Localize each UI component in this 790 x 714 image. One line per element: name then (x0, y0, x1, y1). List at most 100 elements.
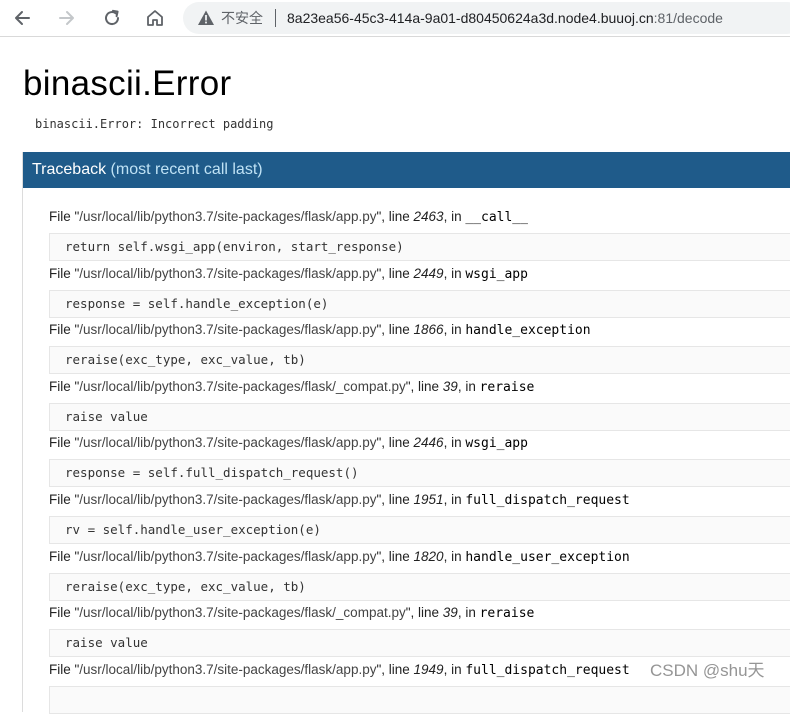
traceback-header-title: Traceback (32, 161, 107, 178)
frame-function-name: handle_user_exception (465, 549, 630, 565)
frame-function-name: wsgi_app (465, 436, 528, 452)
traceback-frame[interactable]: File "/usr/local/lib/python3.7/site-pack… (49, 604, 790, 658)
frame-location: File "/usr/local/lib/python3.7/site-pack… (49, 378, 790, 397)
frame-file-suffix: ", line (376, 492, 414, 507)
frame-function-name: reraise (479, 606, 535, 622)
frame-line-number: 1949 (413, 661, 444, 677)
arrow-right-icon (59, 11, 74, 25)
traceback-frame[interactable]: File "/usr/local/lib/python3.7/site-pack… (49, 378, 790, 431)
traceback-frame[interactable]: File "/usr/local/lib/python3.7/site-pack… (49, 548, 790, 601)
frame-source-code[interactable] (49, 685, 790, 714)
insecure-label[interactable]: 不安全 (221, 9, 263, 27)
frame-source-code[interactable]: response = self.handle_exception(e) (49, 289, 790, 318)
frame-line-number: 2449 (413, 265, 444, 281)
frame-line-number: 39 (442, 605, 458, 621)
forward-button[interactable] (55, 6, 79, 30)
frame-file-path: /usr/local/lib/python3.7/site-packages/f… (79, 378, 406, 394)
arrow-left-icon (15, 11, 30, 25)
frame-file-suffix: ", line (376, 435, 414, 451)
frame-location: File "/usr/local/lib/python3.7/site-pack… (49, 548, 790, 567)
traceback-frame[interactable]: File "/usr/local/lib/python3.7/site-pack… (49, 321, 790, 375)
frame-location: File "/usr/local/lib/python3.7/site-pack… (49, 491, 790, 510)
frame-file-prefix: File " (49, 322, 80, 338)
frame-source-code[interactable]: raise value (49, 402, 790, 431)
frame-file-prefix: File " (49, 209, 80, 224)
traceback-frame[interactable]: File "/usr/local/lib/python3.7/site-pack… (49, 434, 790, 488)
frame-location: File "/usr/local/lib/python3.7/site-pack… (49, 321, 790, 340)
frame-file-prefix: File " (49, 378, 80, 394)
frame-line-number: 1820 (413, 548, 444, 564)
frame-location: File "/usr/local/lib/python3.7/site-pack… (49, 604, 790, 623)
url-text[interactable]: 8a23ea56-45c3-414a-9a01-d80450624a3d.nod… (287, 9, 723, 27)
frame-function-name: handle_exception (465, 323, 591, 339)
frame-in-text: , in (443, 265, 466, 281)
frame-file-prefix: File " (49, 435, 80, 451)
frame-source-code[interactable]: return self.wsgi_app(environ, start_resp… (49, 233, 790, 261)
frame-source-code[interactable]: rv = self.handle_user_exception(e) (49, 516, 790, 544)
traceback-header[interactable]: Traceback (most recent call last) (23, 152, 790, 188)
frame-file-prefix: File " (49, 605, 80, 621)
frame-location: File "/usr/local/lib/python3.7/site-pack… (49, 208, 790, 227)
frame-function-name: full_dispatch_request (465, 493, 630, 508)
back-button[interactable] (10, 6, 34, 30)
traceback-header-subtitle: (most recent call last) (106, 161, 263, 178)
address-bar[interactable]: 不安全 8a23ea56-45c3-414a-9a01-d80450624a3d… (183, 2, 790, 34)
frame-line-number: 39 (442, 378, 458, 394)
home-icon (147, 10, 163, 26)
frame-file-path: /usr/local/lib/python3.7/site-packages/f… (79, 492, 377, 507)
frame-file-path: /usr/local/lib/python3.7/site-packages/f… (79, 435, 377, 451)
reload-icon (105, 9, 120, 26)
frame-source-code[interactable]: reraise(exc_type, exc_value, tb) (49, 572, 790, 601)
traceback-panel: Traceback (most recent call last) File "… (22, 152, 790, 714)
frame-in-text: , in (457, 605, 480, 621)
error-message: binascii.Error: Incorrect padding (35, 117, 274, 131)
home-button[interactable] (143, 6, 167, 30)
frame-function-name: full_dispatch_request (465, 662, 630, 678)
frame-file-suffix: ", line (376, 548, 414, 564)
frame-line-number: 2446 (413, 435, 444, 451)
frame-source-code[interactable]: raise value (49, 629, 790, 658)
frame-location: File "/usr/local/lib/python3.7/site-pack… (49, 265, 790, 284)
reload-button[interactable] (100, 6, 124, 30)
frame-line-number: 1866 (413, 322, 444, 338)
frame-line-number: 2463 (413, 209, 444, 224)
frame-file-suffix: ", line (405, 605, 443, 621)
frame-in-text: , in (443, 209, 466, 224)
url-host: 8a23ea56-45c3-414a-9a01-d80450624a3d.nod… (287, 10, 654, 26)
frame-file-suffix: ", line (405, 378, 443, 394)
frame-file-path: /usr/local/lib/python3.7/site-packages/f… (79, 322, 377, 338)
frame-in-text: , in (457, 378, 480, 394)
frame-file-suffix: ", line (376, 209, 414, 224)
browser-toolbar: 不安全 8a23ea56-45c3-414a-9a01-d80450624a3d… (0, 0, 790, 37)
frame-location: File "/usr/local/lib/python3.7/site-pack… (49, 434, 790, 453)
traceback-frame[interactable]: File "/usr/local/lib/python3.7/site-pack… (49, 265, 790, 318)
frame-in-text: , in (443, 548, 466, 564)
traceback-frame[interactable]: File "/usr/local/lib/python3.7/site-pack… (49, 208, 790, 261)
frame-file-suffix: ", line (376, 322, 414, 338)
error-title: binascii.Error (23, 64, 232, 103)
frame-file-prefix: File " (49, 548, 80, 564)
frame-file-suffix: ", line (376, 265, 414, 281)
frame-file-path: /usr/local/lib/python3.7/site-packages/f… (79, 661, 377, 677)
warning-triangle-icon[interactable] (197, 9, 215, 27)
frame-file-path: /usr/local/lib/python3.7/site-packages/f… (79, 548, 377, 564)
frame-file-path: /usr/local/lib/python3.7/site-packages/f… (79, 265, 377, 281)
frame-function-name: reraise (479, 379, 535, 395)
frame-file-prefix: File " (49, 661, 80, 677)
frame-in-text: , in (443, 661, 466, 677)
frame-in-text: , in (443, 322, 466, 338)
frame-file-path: /usr/local/lib/python3.7/site-packages/f… (79, 605, 406, 621)
frame-source-code[interactable]: response = self.full_dispatch_request() (49, 459, 790, 488)
url-port-path: :81/decode (653, 10, 723, 26)
watermark: CSDN @shu天 (650, 661, 765, 680)
frame-file-prefix: File " (49, 265, 80, 281)
address-separator (275, 9, 276, 27)
frame-file-prefix: File " (49, 492, 80, 507)
frame-function-name: wsgi_app (465, 266, 528, 282)
frame-in-text: , in (443, 435, 466, 451)
frame-file-suffix: ", line (376, 661, 414, 677)
frame-source-code[interactable]: reraise(exc_type, exc_value, tb) (49, 346, 790, 375)
frame-function-name: __call__ (465, 210, 528, 225)
frame-line-number: 1951 (413, 492, 444, 507)
traceback-frame[interactable]: File "/usr/local/lib/python3.7/site-pack… (49, 491, 790, 544)
